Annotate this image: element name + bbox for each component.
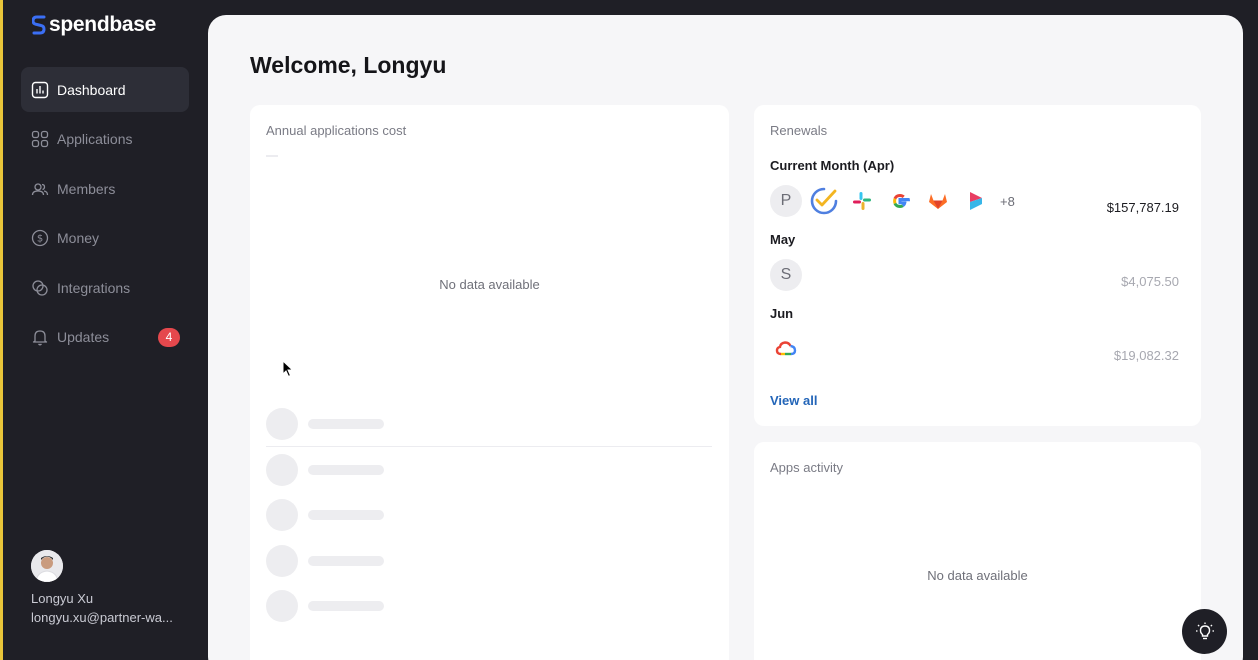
divider <box>266 446 712 447</box>
logo[interactable]: spendbase <box>32 13 156 37</box>
card-title: Annual applications cost <box>266 123 407 138</box>
mouse-cursor-icon <box>282 360 294 378</box>
lightbulb-icon <box>1195 622 1214 639</box>
app-icons-current: P +8 <box>770 185 1015 217</box>
app-letter-icon[interactable]: S <box>770 259 802 291</box>
sidebar-item-label: Members <box>57 180 116 197</box>
sidebar-item-applications[interactable]: Applications <box>21 117 189 162</box>
integrations-icon <box>31 279 49 297</box>
sidebar-item-label: Updates <box>57 329 110 346</box>
app-letter-icon[interactable]: P <box>770 185 802 217</box>
period-label-jun: Jun <box>770 306 794 321</box>
more-apps-count[interactable]: +8 <box>1000 194 1015 209</box>
sidebar-item-label: Integrations <box>57 279 131 296</box>
grid-icon <box>31 130 49 148</box>
users-icon <box>31 180 49 198</box>
bell-icon <box>31 328 49 346</box>
card-title: Renewals <box>770 123 828 138</box>
brand-name: spendbase <box>49 13 157 36</box>
sidebar-item-label: Money <box>57 230 100 247</box>
apps-activity-card: Apps activity No data available <box>754 442 1201 660</box>
flag-app-icon[interactable] <box>960 185 992 217</box>
updates-count-badge: 4 <box>158 327 180 347</box>
google-icon[interactable] <box>884 185 916 217</box>
sidebar: spendbase Dashboard Applications Members… <box>3 0 208 660</box>
check-circle-app-icon[interactable] <box>808 185 840 217</box>
sidebar-item-label: Dashboard <box>57 81 126 98</box>
user-name: Longyu Xu <box>31 591 94 606</box>
google-cloud-icon[interactable] <box>770 333 802 365</box>
period-label-may: May <box>770 232 796 247</box>
app-icons-jun <box>770 333 802 365</box>
annual-cost-card: Annual applications cost No data availab… <box>250 105 729 660</box>
view-all-link[interactable]: View all <box>770 393 817 408</box>
dollar-icon: $ <box>31 229 49 247</box>
page-title: Welcome, Longyu <box>250 52 447 78</box>
chart-icon <box>31 81 49 99</box>
renewals-card: Renewals Current Month (Apr) P +8 $157,7… <box>754 105 1201 426</box>
svg-text:$: $ <box>37 234 43 245</box>
user-profile[interactable]: Longyu Xu longyu.xu@partner-wa... <box>31 550 183 625</box>
main-content: Welcome, Longyu Annual applications cost… <box>208 15 1243 660</box>
skeleton-row <box>266 454 384 486</box>
avatar <box>31 550 63 582</box>
renewal-amount-current: $157,787.19 <box>1106 200 1179 215</box>
gitlab-icon[interactable] <box>922 185 954 217</box>
user-email: longyu.xu@partner-wa... <box>31 610 173 625</box>
skeleton-row <box>266 590 384 622</box>
empty-state-text: No data available <box>439 277 540 292</box>
chart-placeholder-dash <box>266 155 278 157</box>
app-icons-may: S <box>770 259 802 291</box>
skeleton-row <box>266 499 384 531</box>
renewal-amount-jun: $19,082.32 <box>1113 348 1179 363</box>
sidebar-item-money[interactable]: $ Money <box>21 216 189 261</box>
empty-state-text: No data available <box>927 568 1028 583</box>
skeleton-row <box>266 408 384 440</box>
sidebar-item-dashboard[interactable]: Dashboard <box>21 67 189 112</box>
sidebar-item-integrations[interactable]: Integrations <box>21 265 189 310</box>
help-lightbulb-button[interactable] <box>1182 609 1227 654</box>
sidebar-item-members[interactable]: Members <box>21 166 189 211</box>
sidebar-item-label: Applications <box>57 131 133 148</box>
spendbase-logo-icon <box>32 15 46 35</box>
skeleton-row <box>266 545 384 577</box>
period-label-current: Current Month (Apr) <box>770 158 895 173</box>
card-title: Apps activity <box>770 460 843 475</box>
slack-icon[interactable] <box>846 185 878 217</box>
sidebar-item-updates[interactable]: Updates 4 <box>21 315 189 360</box>
sidebar-nav: Dashboard Applications Members $ Money I… <box>21 67 189 365</box>
renewal-amount-may: $4,075.50 <box>1121 274 1179 289</box>
